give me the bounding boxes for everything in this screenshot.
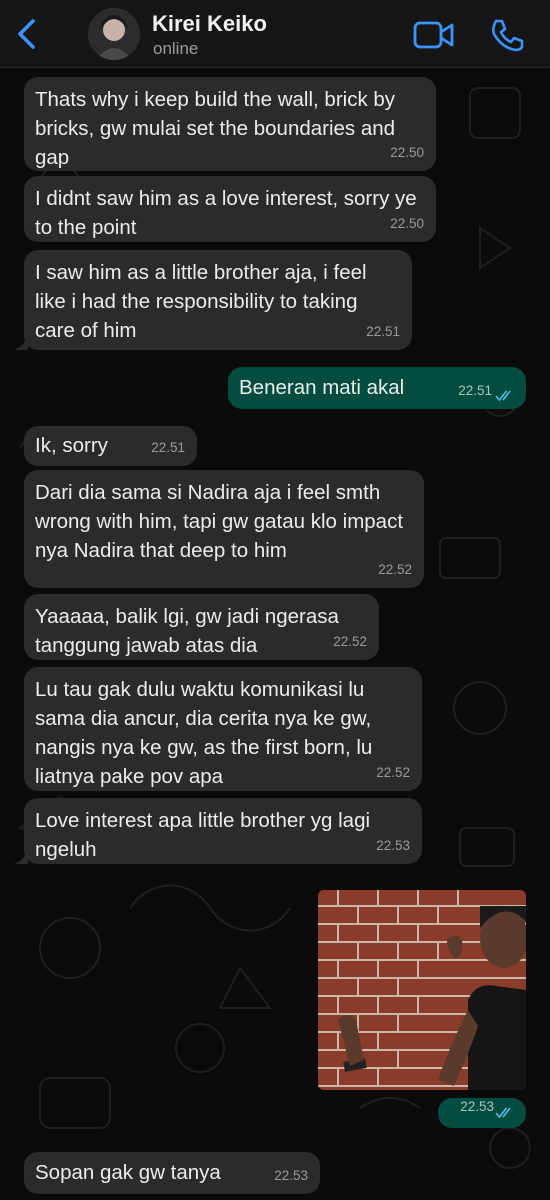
- voice-call-button[interactable]: [487, 16, 525, 54]
- message-time: 22.50: [390, 145, 424, 160]
- message-time: 22.51: [366, 324, 400, 339]
- message-text: Sopan gak gw tanya: [35, 1161, 221, 1184]
- message-time: 22.53: [274, 1168, 308, 1183]
- message-incoming[interactable]: I saw him as a little brother aja, i fee…: [24, 250, 412, 350]
- message-outgoing-time: 22.53: [438, 1098, 526, 1128]
- message-time: 22.52: [333, 634, 367, 649]
- message-text: I didnt saw him as a love interest, sorr…: [35, 187, 417, 239]
- message-incoming[interactable]: Lu tau gak dulu waktu komunikasi lu sama…: [24, 667, 422, 791]
- back-button[interactable]: [6, 12, 46, 56]
- message-incoming[interactable]: Ik, sorry 22.51: [24, 426, 197, 466]
- message-text: Beneran mati akal: [239, 376, 405, 399]
- contact-name[interactable]: Kirei Keiko: [152, 11, 267, 37]
- message-incoming[interactable]: Love interest apa little brother yg lagi…: [24, 798, 422, 864]
- avatar[interactable]: [88, 8, 140, 60]
- video-camera-icon: [413, 21, 454, 49]
- message-time: 22.52: [376, 765, 410, 780]
- message-time: 22.53: [376, 838, 410, 853]
- message-text: Yaaaaa, balik lgi, gw jadi ngerasa tangg…: [35, 605, 339, 657]
- message-text: Dari dia sama si Nadira aja i feel smth …: [35, 481, 404, 562]
- read-ticks-icon: [495, 390, 511, 402]
- message-text: Ik, sorry: [35, 434, 108, 457]
- message-incoming[interactable]: Yaaaaa, balik lgi, gw jadi ngerasa tangg…: [24, 594, 379, 660]
- message-text: Thats why i keep build the wall, brick b…: [35, 88, 396, 169]
- chat-header: Kirei Keiko online: [0, 0, 550, 68]
- phone-icon: [492, 19, 524, 52]
- chevron-left-icon: [18, 19, 35, 49]
- message-time: 22.51: [151, 440, 185, 455]
- bubble-tail: [14, 336, 28, 350]
- message-time: 22.52: [378, 562, 412, 577]
- message-time: 22.53: [460, 1099, 494, 1114]
- message-incoming[interactable]: I didnt saw him as a love interest, sorr…: [24, 176, 436, 242]
- read-ticks-icon: [495, 1107, 511, 1119]
- message-incoming[interactable]: Thats why i keep build the wall, brick b…: [24, 77, 436, 171]
- message-text: Love interest apa little brother yg lagi…: [35, 809, 371, 861]
- video-call-button[interactable]: [412, 18, 456, 52]
- message-incoming[interactable]: Sopan gak gw tanya 22.53: [24, 1152, 320, 1194]
- message-image[interactable]: [318, 890, 526, 1090]
- brick-wall-meme-image: [318, 890, 526, 1090]
- message-time: 22.51: [458, 383, 492, 398]
- message-time: 22.50: [390, 216, 424, 231]
- message-text: I saw him as a little brother aja, i fee…: [35, 261, 367, 342]
- message-outgoing[interactable]: Beneran mati akal 22.51: [228, 367, 526, 409]
- message-incoming[interactable]: Dari dia sama si Nadira aja i feel smth …: [24, 470, 424, 588]
- contact-status: online: [153, 39, 199, 58]
- bubble-tail: [14, 850, 28, 864]
- message-text: Lu tau gak dulu waktu komunikasi lu sama…: [35, 678, 373, 788]
